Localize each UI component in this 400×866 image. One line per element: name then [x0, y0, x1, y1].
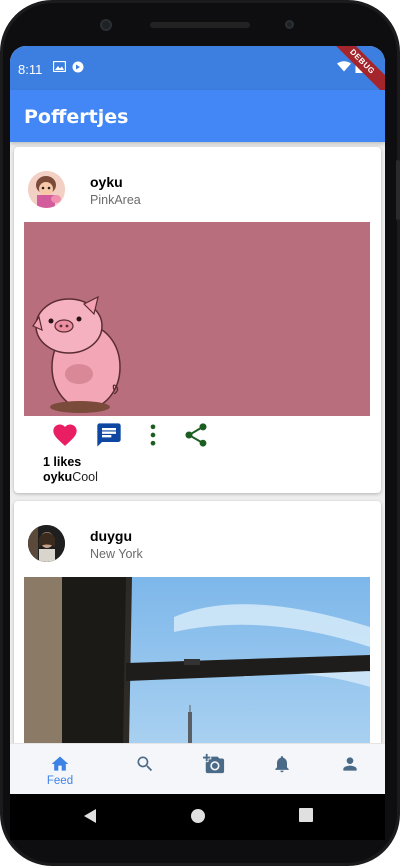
user-avatar[interactable]	[28, 171, 65, 208]
app-title: Poffertjes	[24, 106, 129, 128]
nav-item-profile[interactable]	[315, 744, 385, 794]
search-icon	[137, 756, 153, 772]
home-icon	[51, 756, 69, 771]
heart-icon[interactable]	[51, 421, 79, 449]
nav-item-notifications[interactable]	[247, 744, 317, 794]
bell-icon	[275, 756, 289, 773]
window-sky-photo	[24, 577, 370, 743]
wifi-icon	[337, 61, 351, 72]
app-screen: 8:11 DEBUG Poffertjes oyku PinkArea 1 li…	[10, 46, 385, 794]
post-image[interactable]	[24, 577, 370, 743]
earpiece-speaker	[150, 22, 250, 28]
post-username[interactable]: oyku	[90, 174, 123, 190]
sync-icon	[72, 61, 84, 73]
nav-label-feed: Feed	[46, 775, 74, 787]
status-time: 8:11	[18, 62, 43, 77]
feed-list[interactable]: oyku PinkArea 1 likes oykuCool duygu New…	[10, 142, 385, 743]
person-icon	[343, 757, 357, 771]
photo-icon	[53, 61, 66, 72]
post-image[interactable]	[24, 222, 370, 416]
post-card: duygu New York	[14, 501, 381, 743]
post-location[interactable]: New York	[90, 547, 143, 561]
nav-item-search[interactable]	[110, 744, 180, 794]
comment-icon[interactable]	[95, 421, 123, 449]
post-caption: oykuCool	[43, 470, 98, 484]
app-bar: Poffertjes	[10, 90, 385, 142]
pig-illustration	[24, 222, 370, 416]
more-vert-icon[interactable]	[139, 421, 167, 449]
post-username[interactable]: duygu	[90, 528, 132, 544]
front-camera-icon	[100, 19, 112, 31]
nav-item-feed[interactable]: Feed	[25, 744, 95, 794]
add-photo-icon	[203, 753, 225, 774]
share-icon[interactable]	[182, 421, 210, 449]
bottom-navigation: Feed	[10, 743, 385, 794]
sensor-icon	[285, 20, 294, 29]
caption-username[interactable]: oyku	[43, 470, 72, 484]
nav-item-upload[interactable]	[178, 744, 248, 794]
home-circle-icon[interactable]	[190, 808, 206, 824]
status-bar: 8:11 DEBUG	[10, 46, 385, 99]
system-navigation-bar	[10, 794, 385, 840]
user-avatar[interactable]	[28, 525, 65, 562]
recents-icon[interactable]	[299, 808, 313, 822]
caption-text: Cool	[72, 470, 98, 484]
post-card: oyku PinkArea 1 likes oykuCool	[14, 147, 381, 493]
post-location[interactable]: PinkArea	[90, 193, 141, 207]
back-icon[interactable]	[82, 808, 98, 824]
likes-count: 1 likes	[43, 455, 82, 469]
volume-button	[396, 160, 400, 220]
